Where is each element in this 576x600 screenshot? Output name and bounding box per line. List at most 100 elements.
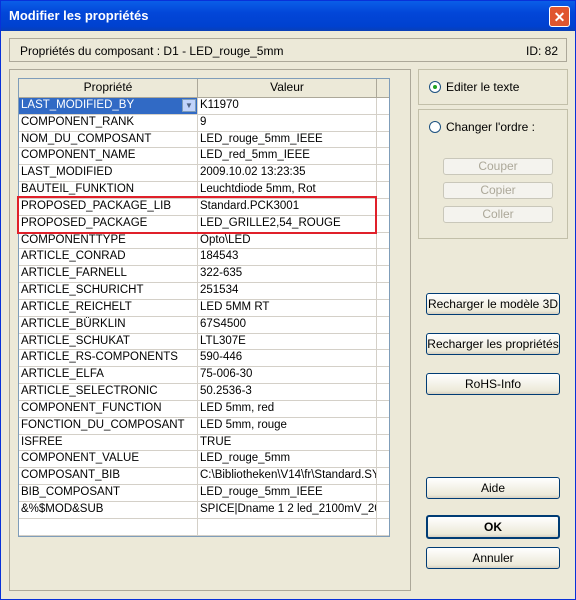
property-value-cell[interactable]: 75-006-30 bbox=[198, 367, 377, 384]
table-row[interactable]: ARTICLE_CONRAD 184543 bbox=[19, 249, 389, 267]
reload-properties-button[interactable]: Recharger les propriétés bbox=[426, 333, 560, 355]
table-row[interactable]: ARTICLE_FARNELL 322-635 bbox=[19, 266, 389, 284]
table-row[interactable]: COMPONENT_NAME LED_red_5mm_IEEE bbox=[19, 148, 389, 166]
copy-button[interactable]: Copier bbox=[443, 182, 553, 199]
table-row[interactable]: &%$MOD&SUB SPICE|Dname 1 2 led_2100mV_20m… bbox=[19, 501, 389, 519]
property-value-cell[interactable]: 251534 bbox=[198, 283, 377, 299]
table-row[interactable]: COMPONENT_RANK 9 bbox=[19, 114, 389, 132]
property-name-cell[interactable]: ARTICLE_CONRAD bbox=[19, 249, 198, 266]
property-value-cell[interactable]: LED 5mm, rouge bbox=[198, 417, 377, 434]
property-name-text: NOM_DU_COMPOSANT bbox=[21, 132, 152, 145]
properties-grid[interactable]: Propriété Valeur LAST_MODIFIED_BY ▼ K11970… bbox=[18, 78, 390, 537]
property-name-cell[interactable]: COMPONENTTYPE bbox=[19, 232, 198, 249]
table-row[interactable]: ISFREE TRUE bbox=[19, 434, 389, 452]
property-value-cell[interactable]: 50.2536-3 bbox=[198, 384, 377, 400]
property-name-cell[interactable]: NOM_DU_COMPOSANT bbox=[19, 131, 198, 148]
property-name-cell[interactable]: ARTICLE_FARNELL bbox=[19, 266, 198, 283]
property-value-cell[interactable]: 184543 bbox=[198, 249, 377, 266]
property-name-text: ARTICLE_SCHURICHT bbox=[21, 284, 144, 297]
property-name-cell[interactable]: ARTICLE_REICHELT bbox=[19, 299, 198, 316]
property-value-cell[interactable]: 322-635 bbox=[198, 266, 377, 283]
change-order-radio[interactable] bbox=[429, 121, 441, 133]
change-order-panel: Changer l'ordre : Couper Copier Coller bbox=[418, 109, 568, 239]
property-name-text: COMPONENT_FUNCTION bbox=[21, 401, 162, 414]
edit-text-option[interactable]: Editer le texte bbox=[429, 80, 519, 94]
property-name-cell[interactable] bbox=[19, 518, 198, 535]
property-value-cell[interactable]: LED_rouge_5mm bbox=[198, 451, 377, 468]
column-header-property[interactable]: Propriété bbox=[19, 79, 198, 97]
property-value-cell[interactable]: LTL307E bbox=[198, 333, 377, 350]
property-value-cell[interactable]: LED 5MM RT bbox=[198, 299, 377, 316]
property-name-text: FONCTION_DU_COMPOSANT bbox=[21, 418, 185, 431]
grid-rows: LAST_MODIFIED_BY ▼ K11970 COMPONENT_RANK 9 NO… bbox=[19, 98, 389, 536]
table-row[interactable]: ARTICLE_SCHURICHT 251534 bbox=[19, 283, 389, 300]
table-row[interactable]: NOM_DU_COMPOSANT LED_rouge_5mm_IEEE bbox=[19, 131, 389, 149]
property-name-cell[interactable]: LAST_MODIFIED bbox=[19, 165, 198, 182]
table-row[interactable]: LAST_MODIFIED 2009.10.02 13:23:35 bbox=[19, 165, 389, 183]
property-value-cell[interactable]: SPICE|Dname 1 2 led_2100mV_20mA bbox=[198, 501, 377, 518]
rohs-info-button[interactable]: RoHS-Info bbox=[426, 373, 560, 395]
property-name-cell[interactable]: ARTICLE_ELFA bbox=[19, 367, 198, 384]
property-name-cell[interactable]: ISFREE bbox=[19, 434, 198, 451]
table-row[interactable]: ARTICLE_REICHELT LED 5MM RT bbox=[19, 299, 389, 317]
property-value-cell[interactable]: LED_red_5mm_IEEE bbox=[198, 148, 377, 165]
property-name-cell[interactable]: &%$MOD&SUB bbox=[19, 501, 198, 518]
table-row[interactable]: COMPONENTTYPE Opto\LED bbox=[19, 232, 389, 250]
table-row[interactable]: ARTICLE_SCHUKAT LTL307E bbox=[19, 333, 389, 351]
table-row[interactable]: ARTICLE_BÜRKLIN 67S4500 bbox=[19, 316, 389, 334]
dropdown-arrow-icon[interactable]: ▼ bbox=[182, 99, 196, 112]
property-value-cell[interactable]: 67S4500 bbox=[198, 316, 377, 333]
cut-button[interactable]: Couper bbox=[443, 158, 553, 175]
title-bar[interactable]: Modifier les propriétés ✕ bbox=[1, 1, 575, 31]
help-button[interactable]: Aide bbox=[426, 477, 560, 499]
property-name-cell[interactable]: ARTICLE_RS-COMPONENTS bbox=[19, 350, 198, 367]
property-value-cell[interactable]: TRUE bbox=[198, 434, 377, 451]
property-name-cell[interactable]: COMPONENT_NAME bbox=[19, 148, 198, 165]
table-row[interactable]: COMPOSANT_BIB C:\Bibliotheken\V14\fr\Stan… bbox=[19, 468, 389, 486]
property-value-cell[interactable]: 2009.10.02 13:23:35 bbox=[198, 165, 377, 182]
property-name-text: BAUTEIL_FUNKTION bbox=[21, 183, 135, 196]
component-label: Propriétés du composant : D1 - LED_rouge… bbox=[20, 44, 284, 58]
property-name-text: ISFREE bbox=[21, 435, 63, 448]
property-name-cell[interactable]: ARTICLE_BÜRKLIN bbox=[19, 316, 198, 333]
property-value-cell[interactable]: LED 5mm, red bbox=[198, 400, 377, 417]
reload-3d-model-button[interactable]: Recharger le modèle 3D bbox=[426, 293, 560, 315]
table-row[interactable]: ARTICLE_ELFA 75-006-30 bbox=[19, 367, 389, 385]
table-row[interactable]: COMPONENT_FUNCTION LED 5mm, red bbox=[19, 400, 389, 418]
property-name-cell[interactable]: FONCTION_DU_COMPOSANT bbox=[19, 417, 198, 434]
table-row[interactable]: LAST_MODIFIED_BY ▼ K11970 bbox=[19, 98, 389, 115]
property-value-cell[interactable]: 590-446 bbox=[198, 350, 377, 367]
property-name-cell[interactable]: ARTICLE_SELECTRONIC bbox=[19, 384, 198, 400]
table-row[interactable]: ARTICLE_RS-COMPONENTS 590-446 bbox=[19, 350, 389, 368]
property-value-cell[interactable]: LED_rouge_5mm_IEEE bbox=[198, 485, 377, 501]
table-row[interactable]: FONCTION_DU_COMPOSANT LED 5mm, rouge bbox=[19, 417, 389, 435]
property-value-cell[interactable]: 9 bbox=[198, 114, 377, 131]
paste-button[interactable]: Coller bbox=[443, 206, 553, 223]
close-button[interactable]: ✕ bbox=[549, 6, 570, 27]
property-value-cell[interactable] bbox=[198, 518, 377, 535]
property-name-text: ARTICLE_SCHUKAT bbox=[21, 334, 130, 347]
grid-header: Propriété Valeur bbox=[19, 79, 389, 98]
table-row[interactable] bbox=[19, 518, 389, 536]
table-row[interactable]: COMPONENT_VALUE LED_rouge_5mm bbox=[19, 451, 389, 469]
edit-text-radio[interactable] bbox=[429, 81, 441, 93]
property-value-cell[interactable]: Opto\LED bbox=[198, 232, 377, 249]
property-name-cell[interactable]: COMPONENT_FUNCTION bbox=[19, 400, 198, 417]
cancel-button[interactable]: Annuler bbox=[426, 547, 560, 569]
column-header-value[interactable]: Valeur bbox=[198, 79, 377, 97]
property-name-text: ARTICLE_RS-COMPONENTS bbox=[21, 351, 178, 364]
change-order-option[interactable]: Changer l'ordre : bbox=[429, 120, 535, 134]
property-name-cell[interactable]: ARTICLE_SCHURICHT bbox=[19, 283, 198, 299]
property-name-cell[interactable]: COMPONENT_RANK bbox=[19, 114, 198, 131]
ok-button[interactable]: OK bbox=[426, 515, 560, 539]
property-value-cell[interactable]: C:\Bibliotheken\V14\fr\Standard.SYM bbox=[198, 468, 377, 485]
property-value-cell[interactable]: K11970 bbox=[198, 98, 377, 114]
property-name-cell[interactable]: LAST_MODIFIED_BY ▼ bbox=[19, 98, 198, 114]
table-row[interactable]: BIB_COMPOSANT LED_rouge_5mm_IEEE bbox=[19, 485, 389, 502]
property-name-cell[interactable]: COMPONENT_VALUE bbox=[19, 451, 198, 468]
property-name-cell[interactable]: ARTICLE_SCHUKAT bbox=[19, 333, 198, 350]
property-name-cell[interactable]: BIB_COMPOSANT bbox=[19, 485, 198, 501]
property-value-cell[interactable]: LED_rouge_5mm_IEEE bbox=[198, 131, 377, 148]
table-row[interactable]: ARTICLE_SELECTRONIC 50.2536-3 bbox=[19, 384, 389, 401]
property-name-cell[interactable]: COMPOSANT_BIB bbox=[19, 468, 198, 485]
